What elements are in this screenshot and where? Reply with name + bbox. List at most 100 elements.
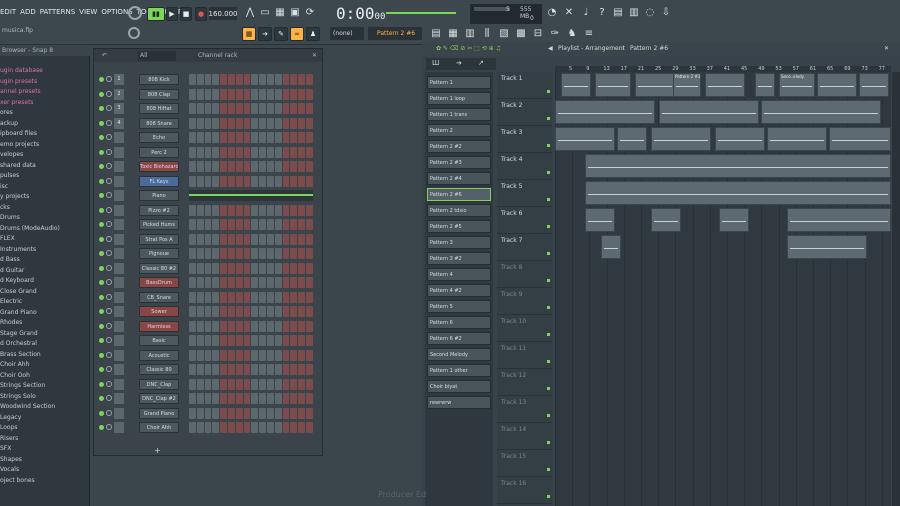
plugin-picker-icon[interactable]: ▩	[515, 28, 527, 40]
browser-item[interactable]: Stage Grand	[0, 329, 90, 339]
tempo-display[interactable]: 160.000	[209, 7, 237, 20]
channel-mixer-number[interactable]	[114, 262, 124, 274]
step-button[interactable]	[212, 393, 220, 404]
step-button[interactable]	[243, 117, 251, 129]
step-button[interactable]	[189, 378, 196, 390]
step-button[interactable]	[290, 291, 298, 303]
export-icon[interactable]: ▥	[628, 7, 640, 19]
step-button[interactable]	[290, 146, 298, 158]
step-button[interactable]	[220, 364, 227, 375]
step-button[interactable]	[298, 262, 305, 274]
step-button[interactable]	[305, 132, 313, 143]
channel-pan-knob[interactable]	[106, 351, 112, 358]
step-button[interactable]	[243, 335, 251, 346]
step-button[interactable]	[305, 204, 313, 216]
step-button[interactable]	[235, 117, 243, 129]
channel-name-button[interactable]: Basic	[139, 335, 179, 346]
step-button[interactable]	[259, 291, 266, 303]
step-button[interactable]	[290, 88, 298, 100]
step-button[interactable]	[290, 248, 298, 259]
slide-icon[interactable]: ➔	[258, 27, 272, 41]
playlist-clip[interactable]	[787, 235, 867, 259]
track-header[interactable]: Track 13	[497, 396, 552, 423]
step-button[interactable]	[220, 219, 227, 230]
step-button[interactable]	[266, 349, 274, 361]
step-button[interactable]	[212, 378, 220, 390]
step-button[interactable]	[196, 306, 204, 317]
step-button[interactable]	[204, 335, 212, 346]
step-button[interactable]	[189, 74, 196, 85]
step-button[interactable]	[220, 74, 227, 85]
step-button[interactable]	[212, 422, 220, 433]
step-button[interactable]	[243, 407, 251, 419]
pattern-item[interactable]: Pattern 2 tdsio	[427, 204, 491, 217]
step-button[interactable]	[259, 161, 266, 172]
pattern-item[interactable]: Pattern 4 #2	[427, 284, 491, 297]
piano-roll-preview[interactable]	[189, 190, 313, 201]
step-button[interactable]	[259, 320, 266, 332]
step-button[interactable]	[282, 378, 290, 390]
pattern-item[interactable]: Pattern 1	[427, 76, 491, 89]
channel-pan-knob[interactable]	[106, 409, 112, 416]
step-button[interactable]	[220, 262, 227, 274]
step-button[interactable]	[227, 103, 235, 114]
step-button[interactable]	[282, 175, 290, 187]
step-button[interactable]	[204, 320, 212, 332]
step-button[interactable]	[220, 161, 227, 172]
step-button[interactable]	[227, 306, 235, 317]
step-button[interactable]	[243, 204, 251, 216]
browser-item[interactable]: Strings Section	[0, 381, 90, 391]
track-header[interactable]: Track 11	[497, 342, 552, 369]
channel-name-button[interactable]: Pizzo #2	[139, 204, 179, 216]
track-header[interactable]: Track 14	[497, 423, 552, 450]
step-button[interactable]	[282, 132, 290, 143]
step-button[interactable]	[235, 74, 243, 85]
browser-item[interactable]: ackup	[0, 119, 90, 129]
step-button[interactable]	[251, 233, 259, 245]
step-button[interactable]	[212, 306, 220, 317]
channel-pan-knob[interactable]	[106, 264, 112, 271]
browser-item[interactable]: d Keyboard	[0, 276, 90, 286]
browser-item[interactable]: d Guitar	[0, 266, 90, 276]
step-button[interactable]	[196, 161, 204, 172]
step-button[interactable]	[220, 349, 227, 361]
step-button[interactable]	[251, 393, 259, 404]
track-header[interactable]: Track 2	[497, 99, 552, 126]
step-button[interactable]	[259, 335, 266, 346]
step-button[interactable]	[298, 161, 305, 172]
step-button[interactable]	[204, 161, 212, 172]
step-button[interactable]	[189, 262, 196, 274]
step-button[interactable]	[290, 74, 298, 85]
track-mute-led[interactable]	[547, 198, 550, 201]
channel-name-button[interactable]: Sower	[139, 306, 179, 317]
step-button[interactable]	[227, 364, 235, 375]
channel-mixer-number[interactable]	[114, 190, 124, 201]
picker-icon[interactable]: Ш	[432, 59, 440, 67]
step-button[interactable]	[251, 378, 259, 390]
playlist-clip[interactable]	[761, 100, 881, 124]
typing-keyboard-icon[interactable]: ▭	[259, 7, 271, 19]
close-icon[interactable]: ✕	[312, 49, 317, 62]
track-header[interactable]: Track 5	[497, 180, 552, 207]
microphone-icon[interactable]: ♩	[580, 7, 592, 19]
step-button[interactable]	[274, 291, 282, 303]
channel-mixer-number[interactable]	[114, 422, 124, 433]
step-button[interactable]	[290, 161, 298, 172]
channel-mute-led[interactable]	[99, 193, 104, 198]
step-button[interactable]	[220, 117, 227, 129]
step-button[interactable]	[266, 219, 274, 230]
channel-pan-knob[interactable]	[106, 192, 112, 198]
step-button[interactable]	[235, 161, 243, 172]
step-button[interactable]	[243, 262, 251, 274]
playlist-clip[interactable]	[755, 73, 775, 97]
pattern-item[interactable]: Pattern 5	[427, 300, 491, 313]
step-button[interactable]	[243, 364, 251, 375]
step-button[interactable]	[220, 132, 227, 143]
step-button[interactable]	[204, 219, 212, 230]
step-button[interactable]	[259, 364, 266, 375]
step-button[interactable]	[196, 277, 204, 288]
step-button[interactable]	[243, 306, 251, 317]
pattern-item[interactable]: Pattern 3	[427, 236, 491, 249]
download-icon[interactable]: ⇩	[660, 7, 672, 19]
step-button[interactable]	[259, 175, 266, 187]
